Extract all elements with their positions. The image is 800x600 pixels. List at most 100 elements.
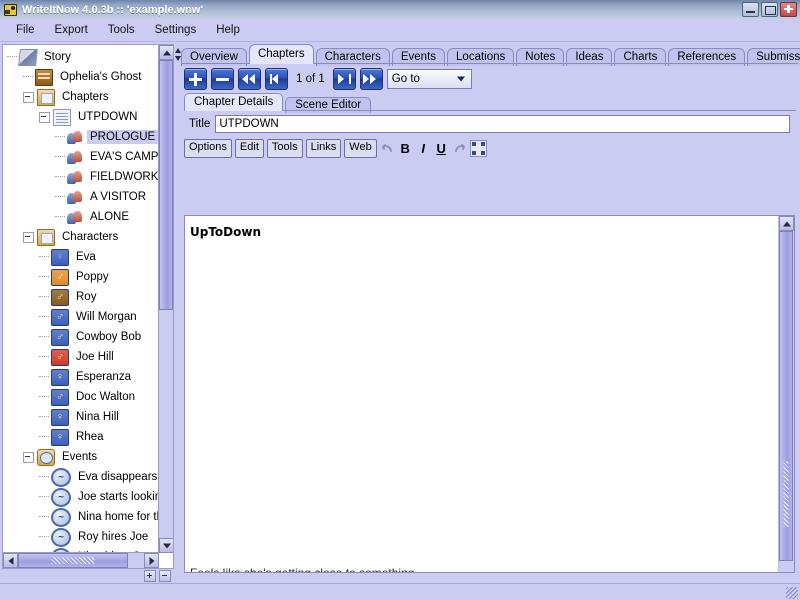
application-window: WriteItNow 4.0.3b :: 'example.wnw' File E… bbox=[0, 0, 800, 600]
editor-scroll-up-button[interactable] bbox=[779, 216, 794, 231]
tree-item[interactable]: ♂ Doc Walton bbox=[3, 387, 159, 407]
undo-icon[interactable] bbox=[380, 141, 395, 156]
main-panel: Overview Chapters Characters Events Location… bbox=[181, 44, 800, 582]
tree-toggle-icon[interactable] bbox=[39, 111, 50, 123]
tree-item[interactable]: Events bbox=[3, 447, 159, 467]
tree-vertical-scrollbar[interactable] bbox=[158, 45, 173, 553]
title-input[interactable]: UTPDOWN bbox=[215, 115, 790, 133]
first-record-button[interactable] bbox=[265, 68, 288, 90]
tree-item[interactable]: Eva disappears bbox=[3, 467, 159, 487]
editor-vertical-scrollbar[interactable] bbox=[779, 216, 794, 572]
last-record-button[interactable] bbox=[332, 68, 356, 90]
story-tree[interactable]: Story Ophelia's Ghost Chapters UTPDOWN PROLO… bbox=[3, 45, 159, 553]
maximize-button[interactable] bbox=[761, 2, 778, 17]
expand-icon[interactable] bbox=[469, 139, 487, 157]
redo-icon[interactable] bbox=[452, 141, 467, 156]
tree-item[interactable]: ♂ Joe Hill bbox=[3, 347, 159, 367]
menu-item-export[interactable]: Export bbox=[45, 21, 98, 39]
tree-item[interactable]: FIELDWORK bbox=[3, 167, 159, 187]
tree-item-label: EVA'S CAMPSITE bbox=[90, 151, 159, 163]
tree-branch-line bbox=[55, 156, 65, 158]
menu-item-tools[interactable]: Tools bbox=[98, 21, 145, 39]
chapter-text-editor[interactable]: UpToDown Feels like she's getting close … bbox=[185, 216, 779, 572]
tree-item[interactable]: PROLOGUE bbox=[3, 127, 159, 147]
tree-toggle-icon[interactable] bbox=[23, 231, 34, 243]
tree-item[interactable]: Nina home for the wee bbox=[3, 507, 159, 527]
menu-bar: File Export Tools Settings Help bbox=[0, 19, 800, 42]
underline-button[interactable]: U bbox=[434, 141, 449, 156]
previous-fast-button[interactable] bbox=[238, 68, 261, 90]
tree-item[interactable]: ♂ Poppy bbox=[3, 267, 159, 287]
remove-record-button[interactable] bbox=[211, 68, 234, 90]
menu-item-file[interactable]: File bbox=[6, 21, 45, 39]
tree-toggle-icon[interactable] bbox=[23, 91, 34, 103]
tree-branch-line bbox=[39, 316, 49, 318]
male-icon: ♂ bbox=[51, 348, 69, 366]
tree-item-label: Nina home for the wee bbox=[78, 511, 159, 523]
main-tab-strip: Overview Chapters Characters Events Location… bbox=[181, 44, 800, 66]
scene-people-icon bbox=[67, 170, 83, 185]
doc-icon bbox=[53, 108, 71, 126]
tree-scroll-thumb-vertical[interactable] bbox=[159, 60, 173, 310]
bold-button[interactable]: B bbox=[398, 141, 413, 156]
tree-branch-line bbox=[39, 296, 49, 298]
zoom-out-icon[interactable] bbox=[159, 569, 171, 582]
tree-item[interactable]: Ophelia's Ghost bbox=[3, 67, 159, 87]
format-button-edit[interactable]: Edit bbox=[234, 138, 264, 158]
tree-item[interactable]: EVA'S CAMPSITE bbox=[3, 147, 159, 167]
menu-item-settings[interactable]: Settings bbox=[145, 21, 207, 39]
tree-item[interactable]: ♂ Cowboy Bob bbox=[3, 327, 159, 347]
tree-item[interactable]: ALONE bbox=[3, 207, 159, 227]
tree-item[interactable]: A VISITOR bbox=[3, 187, 159, 207]
subtab-chapter-details[interactable]: Chapter Details bbox=[184, 93, 284, 111]
format-button-tools[interactable]: Tools bbox=[266, 138, 303, 158]
minimize-button[interactable] bbox=[742, 2, 759, 17]
format-button-web[interactable]: Web bbox=[344, 138, 377, 158]
italic-button[interactable]: I bbox=[416, 141, 431, 156]
tree-item[interactable]: ♀ Esperanza bbox=[3, 367, 159, 387]
male-icon: ♂ bbox=[51, 388, 69, 406]
close-button[interactable] bbox=[780, 2, 797, 17]
tree-scroll-down-button[interactable] bbox=[159, 538, 173, 553]
format-button-links[interactable]: Links bbox=[305, 138, 342, 158]
tree-item[interactable]: ♂ Roy bbox=[3, 287, 159, 307]
resize-grip-icon[interactable] bbox=[786, 587, 798, 599]
chevron-down-icon bbox=[456, 76, 465, 82]
tree-toggle-icon[interactable] bbox=[23, 451, 34, 463]
tree-item[interactable]: ♀ Eva bbox=[3, 247, 159, 267]
next-fast-button[interactable] bbox=[359, 68, 383, 90]
zoom-in-icon[interactable] bbox=[144, 569, 156, 582]
tab-chapters[interactable]: Chapters bbox=[248, 44, 314, 64]
editor-scroll-thumb[interactable] bbox=[779, 231, 793, 561]
tree-item[interactable]: Story bbox=[3, 47, 159, 67]
tree-item[interactable]: Joe starts looking bbox=[3, 487, 159, 507]
tree-branch-line bbox=[39, 496, 49, 498]
book-icon bbox=[35, 68, 53, 86]
add-record-button[interactable] bbox=[184, 68, 207, 90]
tree-item[interactable]: ♀ Nina Hill bbox=[3, 407, 159, 427]
tree-item-label: Chapters bbox=[62, 91, 109, 103]
tree-item[interactable]: ♀ Rhea bbox=[3, 427, 159, 447]
tree-item[interactable]: Roy hires Joe bbox=[3, 527, 159, 547]
tree-scroll-left-button[interactable] bbox=[3, 553, 18, 568]
tree-item[interactable]: Chapters bbox=[3, 87, 159, 107]
tree-branch-line bbox=[39, 376, 49, 378]
menu-item-help[interactable]: Help bbox=[206, 21, 250, 39]
scene-people-icon bbox=[67, 150, 83, 165]
tree-item[interactable]: UTPDOWN bbox=[3, 107, 159, 127]
tree-scroll-up-button[interactable] bbox=[159, 45, 173, 60]
events-folder-icon bbox=[37, 448, 55, 466]
tree-scroll-thumb-horizontal[interactable] bbox=[18, 553, 128, 568]
tree-item-label: Joe starts looking bbox=[78, 491, 159, 503]
goto-dropdown[interactable]: Go to bbox=[386, 69, 472, 89]
tree-scroll-right-button[interactable] bbox=[144, 553, 159, 568]
split-divider[interactable] bbox=[174, 44, 181, 582]
tree-horizontal-scrollbar[interactable] bbox=[3, 552, 159, 568]
tree-zoom-bar bbox=[2, 569, 174, 582]
tree-item[interactable]: Characters bbox=[3, 227, 159, 247]
format-button-options[interactable]: Options bbox=[184, 138, 232, 158]
tree-item[interactable]: ♂ Will Morgan bbox=[3, 307, 159, 327]
title-label: Title bbox=[189, 118, 211, 130]
scene-people-icon bbox=[67, 190, 83, 205]
tree-branch-line bbox=[39, 396, 49, 398]
